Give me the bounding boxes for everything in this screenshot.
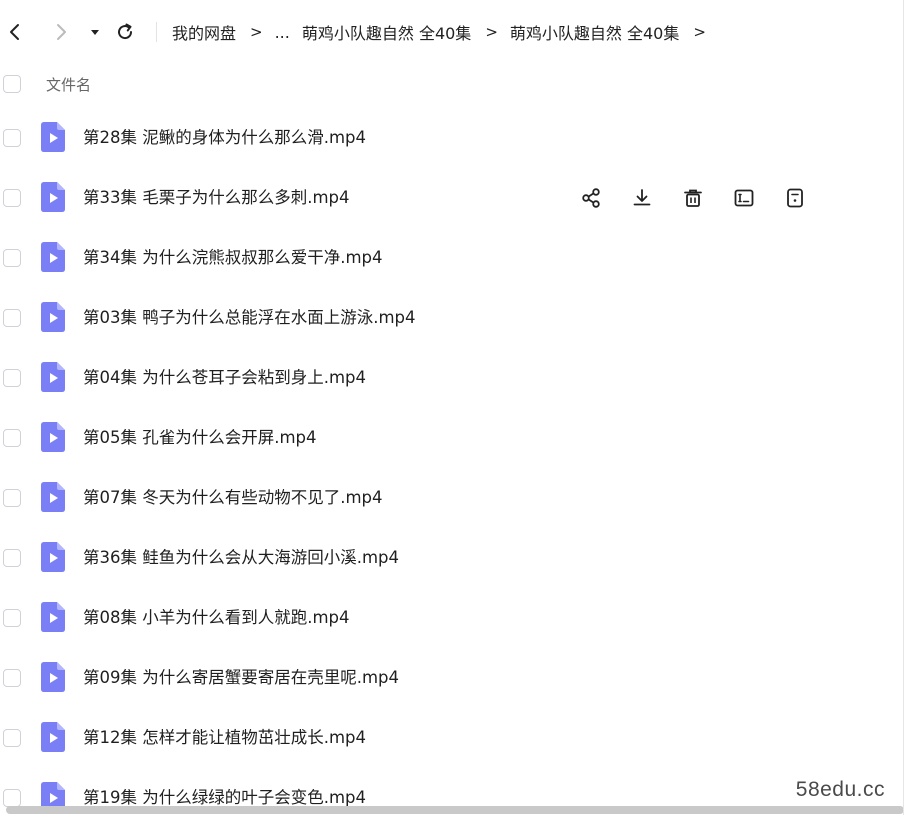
breadcrumb-item-parent[interactable]: 萌鸡小队趣自然 全40集 xyxy=(302,20,471,44)
file-checkbox[interactable] xyxy=(3,429,21,447)
forward-button[interactable] xyxy=(50,21,72,43)
file-name[interactable]: 第12集 怎样才能让植物茁壮成长.mp4 xyxy=(83,708,366,768)
file-name[interactable]: 第09集 为什么寄居蟹要寄居在壳里呢.mp4 xyxy=(83,648,399,708)
file-list: 第28集 泥鳅的身体为什么那么滑.mp4 第33集 毛栗子为什么那么多刺.mp4 xyxy=(0,108,903,815)
file-row[interactable]: 第34集 为什么浣熊叔叔那么爱干净.mp4 xyxy=(0,228,903,288)
file-name[interactable]: 第03集 鸭子为什么总能浮在水面上游泳.mp4 xyxy=(83,288,416,348)
rename-button[interactable] xyxy=(731,185,757,211)
breadcrumb-separator: > xyxy=(693,23,706,41)
file-checkbox[interactable] xyxy=(3,729,21,747)
breadcrumb-item-ellipsis[interactable]: ... xyxy=(275,23,290,42)
file-name[interactable]: 第08集 小羊为什么看到人就跑.mp4 xyxy=(83,588,350,648)
video-file-icon xyxy=(41,422,65,452)
file-name[interactable]: 第07集 冬天为什么有些动物不见了.mp4 xyxy=(83,468,383,528)
breadcrumb: 我的网盘 > ... 萌鸡小队趣自然 全40集 > 萌鸡小队趣自然 全40集 > xyxy=(172,10,718,54)
file-checkbox[interactable] xyxy=(3,369,21,387)
file-checkbox[interactable] xyxy=(3,129,21,147)
file-checkbox[interactable] xyxy=(3,249,21,267)
file-row[interactable]: 第09集 为什么寄居蟹要寄居在壳里呢.mp4 xyxy=(0,648,903,708)
video-file-icon xyxy=(41,542,65,572)
watermark: 58edu.cc xyxy=(791,776,889,804)
caret-down-icon xyxy=(91,30,99,35)
file-checkbox[interactable] xyxy=(3,309,21,327)
file-checkbox[interactable] xyxy=(3,789,21,807)
file-row[interactable]: 第07集 冬天为什么有些动物不见了.mp4 xyxy=(0,468,903,528)
more-button[interactable] xyxy=(782,185,808,211)
file-row[interactable]: 第03集 鸭子为什么总能浮在水面上游泳.mp4 xyxy=(0,288,903,348)
file-checkbox[interactable] xyxy=(3,609,21,627)
chevron-right-icon xyxy=(57,24,66,40)
file-row[interactable]: 第08集 小羊为什么看到人就跑.mp4 xyxy=(0,588,903,648)
video-file-icon xyxy=(41,662,65,692)
select-all-checkbox[interactable] xyxy=(3,75,21,93)
file-name[interactable]: 第04集 为什么苍耳子会粘到身上.mp4 xyxy=(83,348,366,408)
breadcrumb-item-current[interactable]: 萌鸡小队趣自然 全40集 xyxy=(510,20,679,44)
file-row[interactable]: 第28集 泥鳅的身体为什么那么滑.mp4 xyxy=(0,108,903,168)
file-checkbox[interactable] xyxy=(3,669,21,687)
file-checkbox[interactable] xyxy=(3,549,21,567)
share-icon xyxy=(582,188,600,208)
chevron-left-icon xyxy=(10,24,19,40)
file-name[interactable]: 第36集 鲑鱼为什么会从大海游回小溪.mp4 xyxy=(83,528,399,588)
file-checkbox[interactable] xyxy=(3,189,21,207)
file-row[interactable]: 第36集 鲑鱼为什么会从大海游回小溪.mp4 xyxy=(0,528,903,588)
nav-bar: 我的网盘 > ... 萌鸡小队趣自然 全40集 > 萌鸡小队趣自然 全40集 > xyxy=(0,10,903,54)
more-icon xyxy=(787,188,803,208)
file-name[interactable]: 第05集 孔雀为什么会开屏.mp4 xyxy=(83,408,317,468)
file-row[interactable]: 第12集 怎样才能让植物茁壮成长.mp4 xyxy=(0,708,903,768)
download-button[interactable] xyxy=(629,185,655,211)
delete-button[interactable] xyxy=(680,185,706,211)
video-file-icon xyxy=(41,302,65,332)
delete-icon xyxy=(684,189,702,207)
horizontal-scrollbar[interactable] xyxy=(6,806,903,814)
video-file-icon xyxy=(41,182,65,212)
file-name[interactable]: 第33集 毛栗子为什么那么多刺.mp4 xyxy=(83,168,350,228)
list-header: 文件名 xyxy=(0,66,903,102)
video-file-icon xyxy=(41,242,65,272)
file-name[interactable]: 第34集 为什么浣熊叔叔那么爱干净.mp4 xyxy=(83,228,383,288)
file-row[interactable]: 第05集 孔雀为什么会开屏.mp4 xyxy=(0,408,903,468)
nav-divider xyxy=(156,22,157,42)
video-file-icon xyxy=(41,602,65,632)
refresh-icon xyxy=(118,23,133,40)
row-actions xyxy=(578,185,808,211)
history-dropdown-button[interactable] xyxy=(84,21,106,43)
share-button[interactable] xyxy=(578,185,604,211)
file-checkbox[interactable] xyxy=(3,489,21,507)
video-file-icon xyxy=(41,122,65,152)
file-browser: 我的网盘 > ... 萌鸡小队趣自然 全40集 > 萌鸡小队趣自然 全40集 >… xyxy=(0,0,904,815)
rename-icon xyxy=(734,189,754,207)
video-file-icon xyxy=(41,722,65,752)
file-row[interactable]: 第33集 毛栗子为什么那么多刺.mp4 xyxy=(0,168,903,228)
column-header-name[interactable]: 文件名 xyxy=(46,74,91,95)
refresh-button[interactable] xyxy=(114,21,136,43)
file-row[interactable]: 第04集 为什么苍耳子会粘到身上.mp4 xyxy=(0,348,903,408)
breadcrumb-separator: > xyxy=(250,23,263,41)
video-file-icon xyxy=(41,362,65,392)
video-file-icon xyxy=(41,482,65,512)
file-name[interactable]: 第28集 泥鳅的身体为什么那么滑.mp4 xyxy=(83,108,366,168)
download-icon xyxy=(633,189,651,206)
breadcrumb-item-root[interactable]: 我的网盘 xyxy=(172,20,236,44)
breadcrumb-separator: > xyxy=(485,23,498,41)
back-button[interactable] xyxy=(4,21,26,43)
